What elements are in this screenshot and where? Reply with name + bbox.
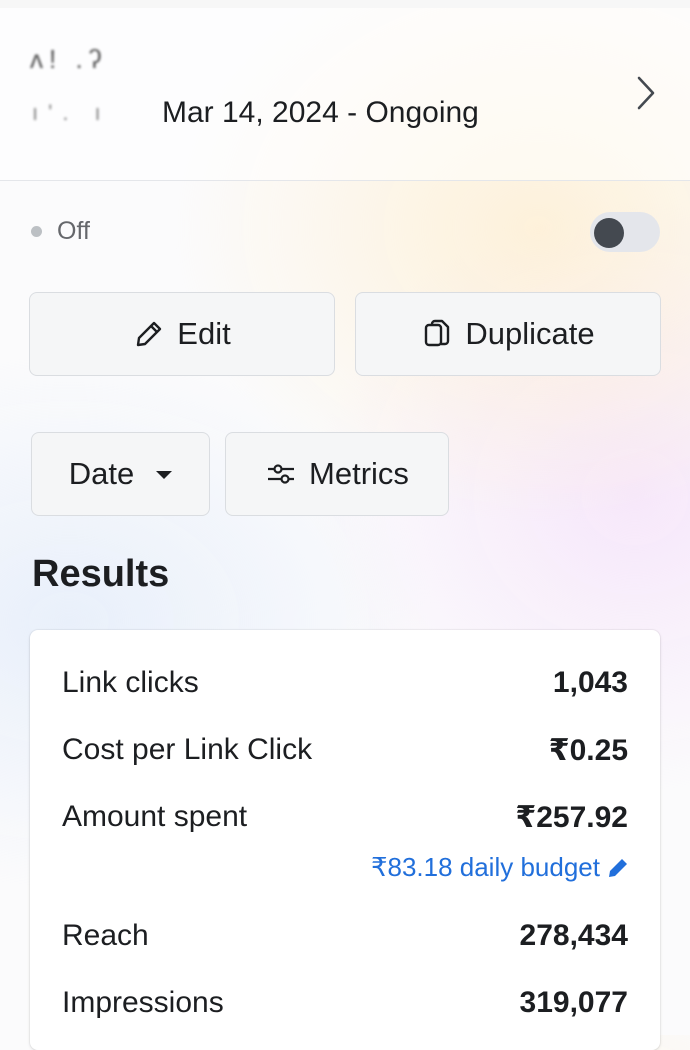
- status-label: Off: [57, 217, 90, 245]
- campaign-toggle[interactable]: [590, 212, 660, 252]
- metric-value-link-clicks: 1,043: [552, 666, 628, 699]
- metric-value-reach: 278,434: [519, 919, 628, 952]
- pencil-small-icon: [609, 858, 627, 877]
- date-range: Mar 14, 2024 - Ongoing: [162, 96, 479, 129]
- duplicate-label: Duplicate: [465, 316, 595, 351]
- edit-button[interactable]: Edit: [29, 292, 335, 376]
- metric-value-cost-per-click: ₹0.25: [548, 734, 628, 767]
- metric-label-reach: Reach: [62, 919, 149, 952]
- metric-label-impressions: Impressions: [62, 986, 224, 1019]
- edit-label: Edit: [177, 316, 231, 351]
- metric-label-amount-spent: Amount spent: [62, 800, 248, 833]
- results-card: Link clicks 1,043 Cost per Link Click ₹0…: [30, 630, 660, 1050]
- toggle-knob: [594, 218, 624, 248]
- chevron-right-icon[interactable]: [628, 74, 664, 112]
- metric-label-cost-per-click: Cost per Link Click: [62, 733, 313, 766]
- metric-label-link-clicks: Link clicks: [62, 666, 199, 699]
- sliders-icon: [268, 464, 295, 484]
- daily-budget-link[interactable]: ₹83.18 daily budget: [371, 852, 630, 883]
- results-title: Results: [32, 553, 170, 595]
- metrics-button[interactable]: Metrics: [225, 432, 449, 516]
- status-dot: [31, 226, 42, 237]
- top-divider: [0, 0, 690, 8]
- pencil-icon: [137, 321, 162, 347]
- metric-value-amount-spent: ₹257.92: [515, 801, 628, 834]
- date-filter-button[interactable]: Date: [31, 432, 210, 516]
- campaign-header[interactable]: ʌ! .ʔ ı'. ı Mar 14, 2024 - Ongoing: [0, 0, 690, 181]
- date-label: Date: [68, 456, 135, 491]
- campaign-name-redacted: ʌ! .ʔ: [30, 44, 108, 74]
- caret-down-icon: [156, 471, 173, 479]
- metrics-label: Metrics: [309, 456, 409, 491]
- daily-budget-text: ₹83.18 daily budget: [370, 852, 600, 882]
- duplicate-button[interactable]: Duplicate: [355, 292, 661, 376]
- metric-value-impressions: 319,077: [519, 986, 628, 1019]
- duplicate-icon: [425, 319, 450, 347]
- campaign-subname-redacted: ı'. ı: [32, 100, 111, 125]
